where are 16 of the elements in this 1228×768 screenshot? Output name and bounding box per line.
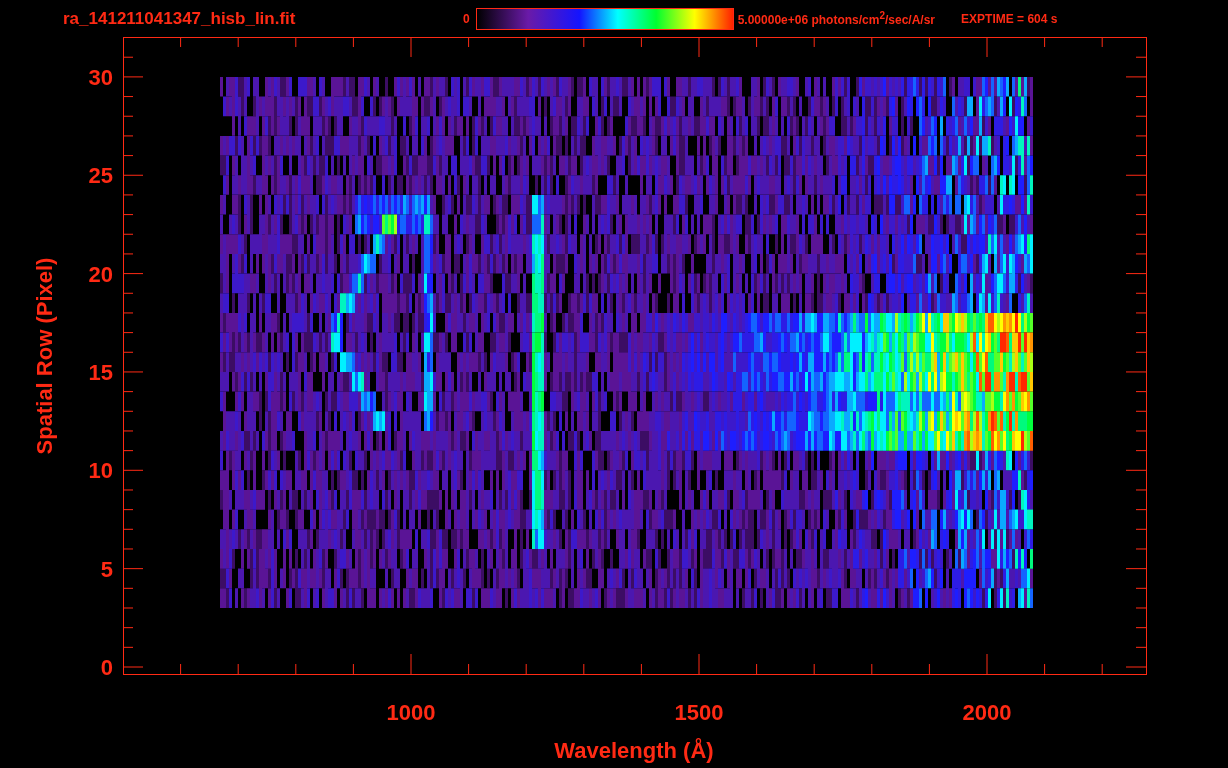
y-tick-label: 0 bbox=[100, 655, 113, 680]
x-tick-label: 2000 bbox=[962, 700, 1012, 725]
colorbar-min-label: 0 bbox=[463, 11, 470, 26]
x-tick-label: 1500 bbox=[674, 700, 724, 725]
colorbar-max-label: 5.00000e+06 photons/cm$^{2}$/sec/A/sr bbox=[737, 10, 936, 27]
x-tick-label: 1000 bbox=[386, 700, 436, 725]
y-tick-label: 30 bbox=[88, 64, 113, 90]
file-title: ra_141211041347_hisb_lin.fit bbox=[63, 8, 297, 29]
y-tick-label: 20 bbox=[88, 261, 113, 287]
y-tick-label: 10 bbox=[88, 458, 113, 484]
exposure-time: EXPTIME = 604 s bbox=[961, 11, 1058, 26]
y-axis-label: Spatial Row (Pixel) bbox=[32, 257, 57, 455]
x-axis-label: Wavelength (Å) bbox=[554, 738, 714, 763]
y-tick-label: 25 bbox=[88, 163, 113, 189]
y-tick-label: 5 bbox=[100, 556, 113, 582]
y-tick-label: 15 bbox=[88, 359, 113, 385]
